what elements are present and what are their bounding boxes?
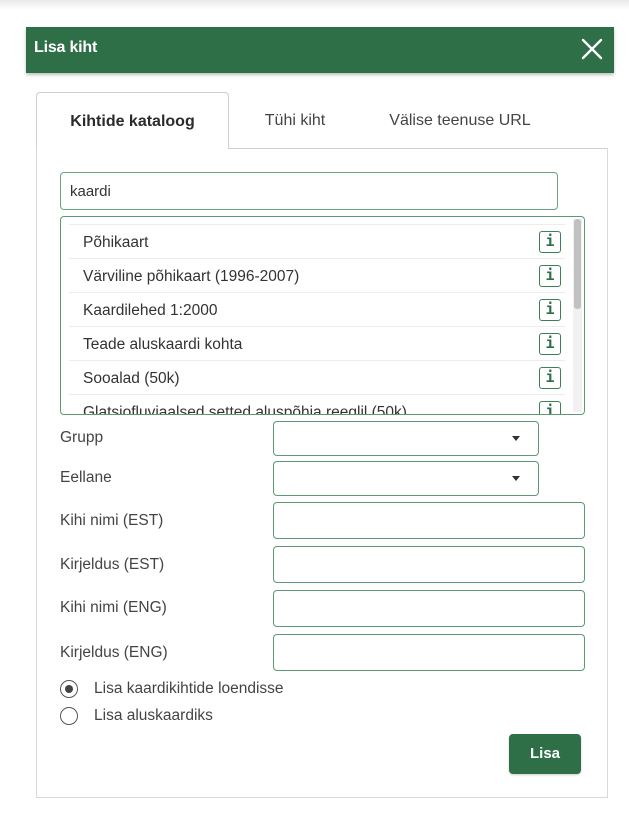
group-select[interactable] bbox=[273, 421, 539, 456]
parent-select[interactable] bbox=[273, 461, 539, 496]
add-button[interactable]: Lisa bbox=[509, 734, 581, 774]
list-item[interactable]: Värviline põhikaart (1996-2007) i bbox=[69, 258, 565, 293]
tab-layer-catalog[interactable]: Kihtide kataloog bbox=[36, 92, 229, 149]
radio-label: Lisa kaardikihtide loendisse bbox=[94, 680, 284, 697]
layer-name: Värviline põhikaart (1996-2007) bbox=[83, 268, 300, 285]
info-icon[interactable]: i bbox=[539, 299, 561, 321]
group-label: Grupp bbox=[60, 429, 104, 446]
list-scrollbar[interactable] bbox=[573, 219, 582, 412]
tab-empty-layer[interactable]: Tühi kiht bbox=[240, 92, 350, 149]
info-icon[interactable]: i bbox=[539, 401, 561, 414]
list-item[interactable]: Teade aluskaardi kohta i bbox=[69, 326, 565, 361]
dialog-title: Lisa kiht bbox=[34, 39, 98, 56]
dialog-header: Lisa kiht bbox=[26, 27, 614, 73]
parent-label: Eellane bbox=[60, 469, 112, 486]
info-icon[interactable]: i bbox=[539, 367, 561, 389]
info-icon[interactable]: i bbox=[539, 265, 561, 287]
close-icon[interactable] bbox=[580, 37, 604, 61]
chevron-down-icon bbox=[512, 436, 520, 441]
layer-catalog-list[interactable]: Põhikaart i Värviline põhikaart (1996-20… bbox=[60, 216, 585, 415]
radio-button-checked[interactable] bbox=[60, 680, 78, 698]
desc-eng-label: Kirjeldus (ENG) bbox=[60, 644, 168, 661]
name-est-field[interactable] bbox=[273, 502, 585, 539]
info-icon[interactable]: i bbox=[539, 333, 561, 355]
info-icon[interactable]: i bbox=[539, 231, 561, 253]
desc-eng-field[interactable] bbox=[273, 634, 585, 671]
radio-button[interactable] bbox=[60, 707, 78, 725]
layer-name: Sooalad (50k) bbox=[83, 370, 180, 387]
list-item[interactable]: Kaardilehed 1:2000 i bbox=[69, 292, 565, 327]
name-eng-label: Kihi nimi (ENG) bbox=[60, 599, 167, 616]
layer-list-items: Põhikaart i Värviline põhikaart (1996-20… bbox=[69, 224, 565, 415]
layer-name: Teade aluskaardi kohta bbox=[83, 336, 243, 353]
tab-external-service-url[interactable]: Välise teenuse URL bbox=[360, 92, 560, 149]
name-est-label: Kihi nimi (EST) bbox=[60, 512, 164, 529]
desc-est-label: Kirjeldus (EST) bbox=[60, 556, 165, 573]
chevron-down-icon bbox=[512, 476, 520, 481]
layer-name: Glatsiofluvjaalsed setted aluspõhja reeg… bbox=[83, 404, 407, 415]
search-input[interactable] bbox=[60, 172, 558, 210]
list-item[interactable]: Sooalad (50k) i bbox=[69, 360, 565, 395]
radio-label: Lisa aluskaardiks bbox=[94, 707, 213, 724]
layer-name: Põhikaart bbox=[83, 234, 149, 251]
scrollbar-thumb[interactable] bbox=[574, 219, 581, 309]
name-eng-field[interactable] bbox=[273, 590, 585, 627]
layer-name: Kaardilehed 1:2000 bbox=[83, 302, 218, 319]
list-item[interactable]: Põhikaart i bbox=[69, 224, 565, 259]
desc-est-field[interactable] bbox=[273, 546, 585, 583]
list-item[interactable]: Glatsiofluvjaalsed setted aluspõhja reeg… bbox=[69, 394, 565, 415]
page-top-edge bbox=[0, 0, 629, 10]
